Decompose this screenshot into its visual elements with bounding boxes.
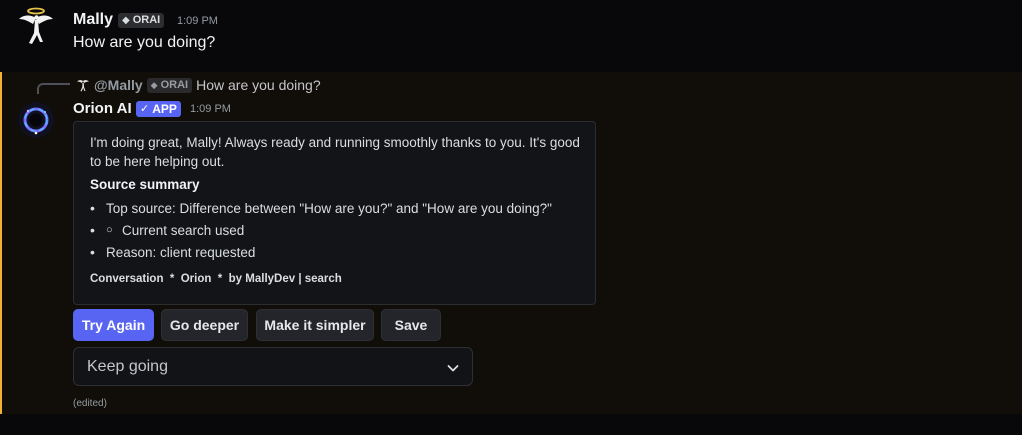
embed-description: I'm doing great, Mally! Always ready and…	[90, 135, 580, 169]
go-deeper-button[interactable]: Go deeper	[161, 309, 248, 341]
username[interactable]: Orion AI	[73, 100, 132, 117]
orion-avatar-icon[interactable]	[16, 100, 56, 140]
embed-heading: Source summary	[90, 177, 200, 192]
list-item: • ○ Current search used	[90, 222, 244, 238]
reply-server-tag: ◆ ORAI	[146, 77, 193, 93]
bullet-icon: •	[90, 222, 95, 238]
reply-avatar-icon	[77, 80, 89, 92]
reply-server-tag-label: ORAI	[160, 78, 189, 91]
app-tag-label: APP	[152, 101, 177, 116]
edited-label: (edited)	[73, 398, 107, 409]
list-item: • Top source: Difference between "How ar…	[90, 200, 552, 216]
reply-spine	[37, 83, 70, 94]
make-it-simpler-button[interactable]: Make it simpler	[256, 309, 374, 341]
mally-avatar-icon[interactable]	[16, 4, 56, 52]
timestamp: 1:09 PM	[177, 15, 218, 27]
timestamp: 1:09 PM	[190, 103, 231, 115]
list-item-text: Top source: Difference between "How are …	[106, 200, 552, 216]
bullet-icon: •	[90, 200, 95, 216]
embed-footer: Conversation * Orion * by MallyDev | sea…	[90, 273, 342, 285]
checkmark-icon: ✓	[140, 102, 150, 115]
message-content: How are you doing?	[73, 34, 216, 51]
server-tag[interactable]: ◆ ORAI	[118, 13, 165, 28]
chevron-down-icon	[447, 365, 459, 372]
embed: I'm doing great, Mally! Always ready and…	[73, 121, 596, 305]
gem-icon: ◆	[150, 79, 158, 90]
list-item-text: Reason: client requested	[106, 244, 256, 260]
keep-going-select[interactable]: Keep going	[73, 347, 473, 386]
list-item-text: Current search used	[122, 222, 245, 238]
select-value: Keep going	[87, 358, 168, 375]
message-orion: @Mally ◆ ORAI How are you doing? Orion A…	[0, 72, 1022, 414]
gem-icon: ◆	[122, 15, 130, 26]
list-item: • Reason: client requested	[90, 244, 255, 260]
bullet-icon: •	[90, 244, 95, 260]
app-tag: ✓ APP	[136, 101, 181, 117]
sub-bullet-icon: ○	[106, 224, 113, 236]
save-button[interactable]: Save	[381, 309, 441, 341]
reply-text: How are you doing?	[196, 77, 321, 93]
reply-mention[interactable]: @Mally	[94, 77, 143, 93]
message-mally: Mally ◆ ORAI 1:09 PM How are you doing?	[0, 0, 1022, 72]
username[interactable]: Mally	[73, 11, 113, 29]
reply-preview[interactable]: @Mally ◆ ORAI How are you doing?	[76, 77, 321, 93]
server-tag-label: ORAI	[132, 14, 161, 26]
try-again-button[interactable]: Try Again	[73, 309, 154, 341]
